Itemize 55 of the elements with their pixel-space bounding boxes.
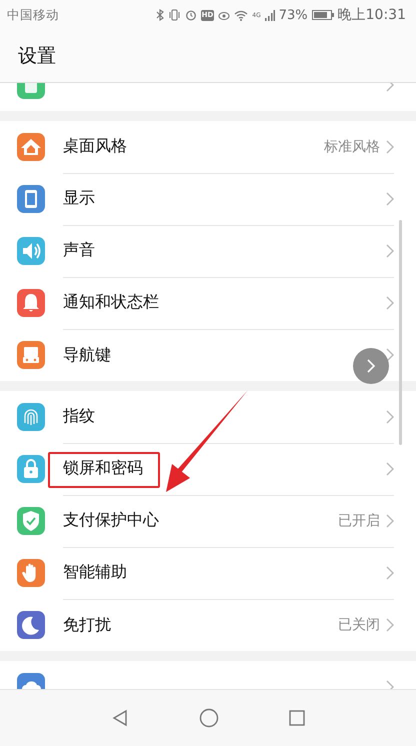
hand-icon xyxy=(17,559,45,587)
lock-icon xyxy=(17,455,45,483)
chevron-icon xyxy=(386,514,394,528)
settings-item[interactable]: 声音 xyxy=(0,225,416,277)
bell-icon xyxy=(17,289,45,317)
settings-item[interactable]: 通知和状态栏 xyxy=(0,277,416,329)
chevron-icon xyxy=(386,410,394,424)
chevron-icon xyxy=(386,348,394,362)
item-label: 桌面风格 xyxy=(63,136,127,157)
clock-time: 晚上10:31 xyxy=(338,6,406,24)
signal-icon xyxy=(264,10,275,20)
settings-item[interactable]: 智能辅助 xyxy=(0,547,416,599)
home-icon xyxy=(17,133,45,161)
wifi-icon xyxy=(234,10,248,20)
chevron-icon xyxy=(386,296,394,310)
bluetooth-icon xyxy=(156,9,164,21)
back-icon[interactable] xyxy=(111,709,129,727)
settings-item[interactable]: 桌面风格 标准风格 xyxy=(0,121,416,173)
battery-icon xyxy=(312,10,334,20)
fingerprint-icon xyxy=(17,403,45,431)
item-label: 指纹 xyxy=(63,406,95,427)
chevron-icon xyxy=(386,192,394,206)
carrier-name: 中国移动 xyxy=(7,6,60,24)
item-value: 已开启 xyxy=(338,512,380,530)
chevron-icon xyxy=(386,462,394,476)
item-label: 显示 xyxy=(63,188,95,209)
recents-icon[interactable] xyxy=(289,710,305,726)
chevron-icon xyxy=(386,618,394,632)
item-label: 导航键 xyxy=(63,344,111,366)
page-title: 设置 xyxy=(18,44,56,69)
item-label: 免打扰 xyxy=(63,614,111,636)
item-label: 锁屏和密码 xyxy=(63,458,143,479)
chevron-icon xyxy=(366,358,376,374)
settings-item[interactable]: 免打扰 已关闭 xyxy=(0,599,416,651)
settings-item[interactable]: 指纹 xyxy=(0,391,416,443)
chevron-icon xyxy=(386,566,394,580)
alarm-icon xyxy=(184,9,197,21)
chevron-icon xyxy=(386,140,394,154)
chevron-icon xyxy=(386,244,394,258)
item-value: 已关闭 xyxy=(338,616,380,634)
shield-check-icon xyxy=(17,507,45,535)
item-label: 声音 xyxy=(63,240,95,261)
item-label: 支付保护中心 xyxy=(63,510,159,531)
home-button-icon[interactable] xyxy=(199,708,219,728)
battery-percent: 73% xyxy=(278,8,308,22)
eye-icon xyxy=(218,9,230,21)
item-label: 通知和状态栏 xyxy=(63,292,159,313)
settings-item[interactable]: 显示 xyxy=(0,173,416,225)
item-label: 智能辅助 xyxy=(63,562,127,583)
speaker-icon xyxy=(17,237,45,265)
moon-icon xyxy=(17,611,45,639)
vibrate-icon xyxy=(168,9,181,21)
keyboard-icon xyxy=(17,341,45,369)
item-value: 标准风格 xyxy=(324,138,380,156)
settings-item[interactable]: 支付保护中心 已开启 xyxy=(0,495,416,547)
